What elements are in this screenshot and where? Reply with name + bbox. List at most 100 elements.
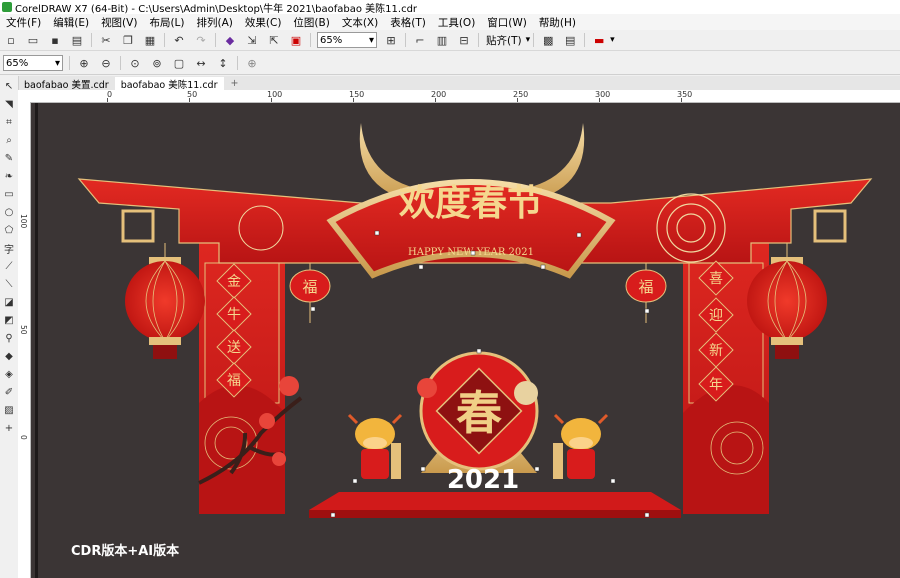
redo-icon[interactable]: ↷ <box>194 33 208 47</box>
ruler-tick <box>599 98 600 102</box>
copy-icon[interactable]: ❐ <box>121 33 135 47</box>
cut-icon[interactable]: ✂ <box>99 33 113 47</box>
fill-tool-icon[interactable]: ▨ <box>2 403 16 417</box>
zoom-tool-icon[interactable]: ⌕ <box>2 133 16 147</box>
snap-to-button[interactable]: 贴齐(T) <box>482 33 526 48</box>
zoom-to-page-height-icon[interactable]: ↕ <box>216 56 230 70</box>
pick-tool-icon[interactable]: ↖ <box>2 79 16 93</box>
toolbar-divider <box>91 33 92 47</box>
menu-text[interactable]: 文本(X) <box>336 15 384 30</box>
zoom-levels-value: 65% <box>6 57 29 69</box>
right-fu-lantern: 福 <box>625 263 667 323</box>
polygon-tool-icon[interactable]: ⬠ <box>2 223 16 237</box>
menu-tools[interactable]: 工具(O) <box>432 15 481 30</box>
options-icon[interactable]: ▩ <box>541 33 555 47</box>
year-text: 2021 <box>447 465 519 495</box>
drop-shadow-tool-icon[interactable]: ◪ <box>2 295 16 309</box>
zoom-level-dropdown[interactable]: 65% ▾ <box>317 32 377 48</box>
ruler-tick <box>107 98 108 102</box>
crop-tool-icon[interactable]: ⌗ <box>2 115 16 129</box>
outline-pen-icon[interactable]: ✐ <box>2 385 16 399</box>
export-icon[interactable]: ⇱ <box>267 33 281 47</box>
smart-fill-icon[interactable]: ◈ <box>2 367 16 381</box>
horizontal-ruler[interactable]: 0 50 100 150 200 250 300 350 <box>18 90 900 103</box>
ruler-tick <box>517 98 518 102</box>
menu-bitmaps[interactable]: 位图(B) <box>287 15 335 30</box>
zoom-out-icon[interactable]: ⊖ <box>99 56 113 70</box>
save-icon[interactable]: ▪ <box>48 33 62 47</box>
property-bar: 65% ▾ ⊕ ⊖ ⊙ ⊚ ▢ ↔ ↕ ⊕ <box>0 52 900 75</box>
rectangle-tool-icon[interactable]: ▭ <box>2 187 16 201</box>
color-eyedropper-icon[interactable]: ⚲ <box>2 331 16 345</box>
couplet-char: 送 <box>227 340 241 356</box>
menu-table[interactable]: 表格(T) <box>384 15 432 30</box>
chevron-down-icon: ▾ <box>54 57 60 69</box>
publish-pdf-icon[interactable]: ▣ <box>289 33 303 47</box>
application-launcher-icon[interactable]: ▤ <box>563 33 577 47</box>
tab-baofabao-meizhi[interactable]: baofabao 美置.cdr <box>18 77 115 91</box>
show-rulers-icon[interactable]: ⌐ <box>413 33 427 47</box>
shape-tool-icon[interactable]: ◥ <box>2 97 16 111</box>
couplet-char: 年 <box>709 377 723 393</box>
text-tool-icon[interactable]: 字 <box>2 241 16 256</box>
zoom-levels-dropdown[interactable]: 65% ▾ <box>3 55 63 71</box>
zoom-in-icon[interactable]: ⊕ <box>77 56 91 70</box>
parallel-dimension-icon[interactable]: ⟋ <box>2 259 16 273</box>
ruler-label: 100 <box>267 90 283 99</box>
title-bar: CorelDRAW X7 (64-Bit) - C:\Users\Admin\D… <box>0 0 900 15</box>
chevron-down-icon[interactable]: ▾ <box>610 35 615 45</box>
menu-effects[interactable]: 效果(C) <box>239 15 288 30</box>
menu-arrange[interactable]: 排列(A) <box>191 15 239 30</box>
new-document-icon[interactable]: ▫ <box>4 33 18 47</box>
ruler-tick <box>681 98 682 102</box>
zoom-to-page-icon[interactable]: ▢ <box>172 56 186 70</box>
ellipse-tool-icon[interactable]: ○ <box>2 205 16 219</box>
couplet-char: 迎 <box>709 308 723 324</box>
toolbar-divider <box>215 33 216 47</box>
drawing-canvas[interactable]: 欢度春节 HAPPY NEW YEAR 2021 金 牛 送 福 喜 迎 新 年 <box>31 103 900 578</box>
open-folder-icon[interactable]: ▭ <box>26 33 40 47</box>
freehand-tool-icon[interactable]: ✎ <box>2 151 16 165</box>
undo-icon[interactable]: ↶ <box>172 33 186 47</box>
fu-char: 福 <box>302 278 317 296</box>
interactive-fill-icon[interactable]: ◆ <box>2 349 16 363</box>
menu-layout[interactable]: 布局(L) <box>143 15 190 30</box>
add-icon[interactable]: ⊕ <box>245 56 259 70</box>
add-tool-icon[interactable]: + <box>2 421 16 435</box>
connector-tool-icon[interactable]: ⟍ <box>2 277 16 291</box>
transparency-tool-icon[interactable]: ◩ <box>2 313 16 327</box>
search-content-icon[interactable]: ◆ <box>223 33 237 47</box>
toolbar-divider <box>310 33 311 47</box>
show-guidelines-icon[interactable]: ⊟ <box>457 33 471 47</box>
menu-window[interactable]: 窗口(W) <box>481 15 533 30</box>
toolbar-divider <box>237 56 238 70</box>
ruler-label: 100 <box>19 214 28 229</box>
paste-icon[interactable]: ▦ <box>143 33 157 47</box>
ruler-tick <box>435 98 436 102</box>
new-tab-plus-icon[interactable]: + <box>224 77 246 90</box>
menu-edit[interactable]: 编辑(E) <box>47 15 95 30</box>
artistic-media-icon[interactable]: ❧ <box>2 169 16 183</box>
toolbar-divider <box>164 33 165 47</box>
print-icon[interactable]: ▤ <box>70 33 84 47</box>
couplet-char: 喜 <box>709 271 723 287</box>
import-icon[interactable]: ⇲ <box>245 33 259 47</box>
ruler-tick <box>353 98 354 102</box>
launch-icon[interactable]: ▬ <box>592 33 606 47</box>
ruler-tick <box>271 98 272 102</box>
ruler-label: 300 <box>595 90 611 99</box>
vertical-ruler[interactable]: 100 50 0 <box>18 102 31 578</box>
tab-baofabao-meichen11[interactable]: baofabao 美陈11.cdr <box>114 77 224 91</box>
menu-file[interactable]: 文件(F) <box>0 15 47 30</box>
zoom-to-selected-icon[interactable]: ⊙ <box>128 56 142 70</box>
standard-toolbar: ▫ ▭ ▪ ▤ ✂ ❐ ▦ ↶ ↷ ◆ ⇲ ⇱ ▣ 65% ▾ ⊞ ⌐ ▥ ⊟ … <box>0 30 900 51</box>
ruler-label: 250 <box>513 90 529 99</box>
zoom-to-all-objects-icon[interactable]: ⊚ <box>150 56 164 70</box>
left-ox-mascot <box>347 413 403 479</box>
zoom-to-page-width-icon[interactable]: ↔ <box>194 56 208 70</box>
chevron-down-icon[interactable]: ▾ <box>526 35 531 45</box>
menu-help[interactable]: 帮助(H) <box>533 15 582 30</box>
show-grid-icon[interactable]: ▥ <box>435 33 449 47</box>
full-screen-preview-icon[interactable]: ⊞ <box>384 33 398 47</box>
menu-view[interactable]: 视图(V) <box>95 15 143 30</box>
